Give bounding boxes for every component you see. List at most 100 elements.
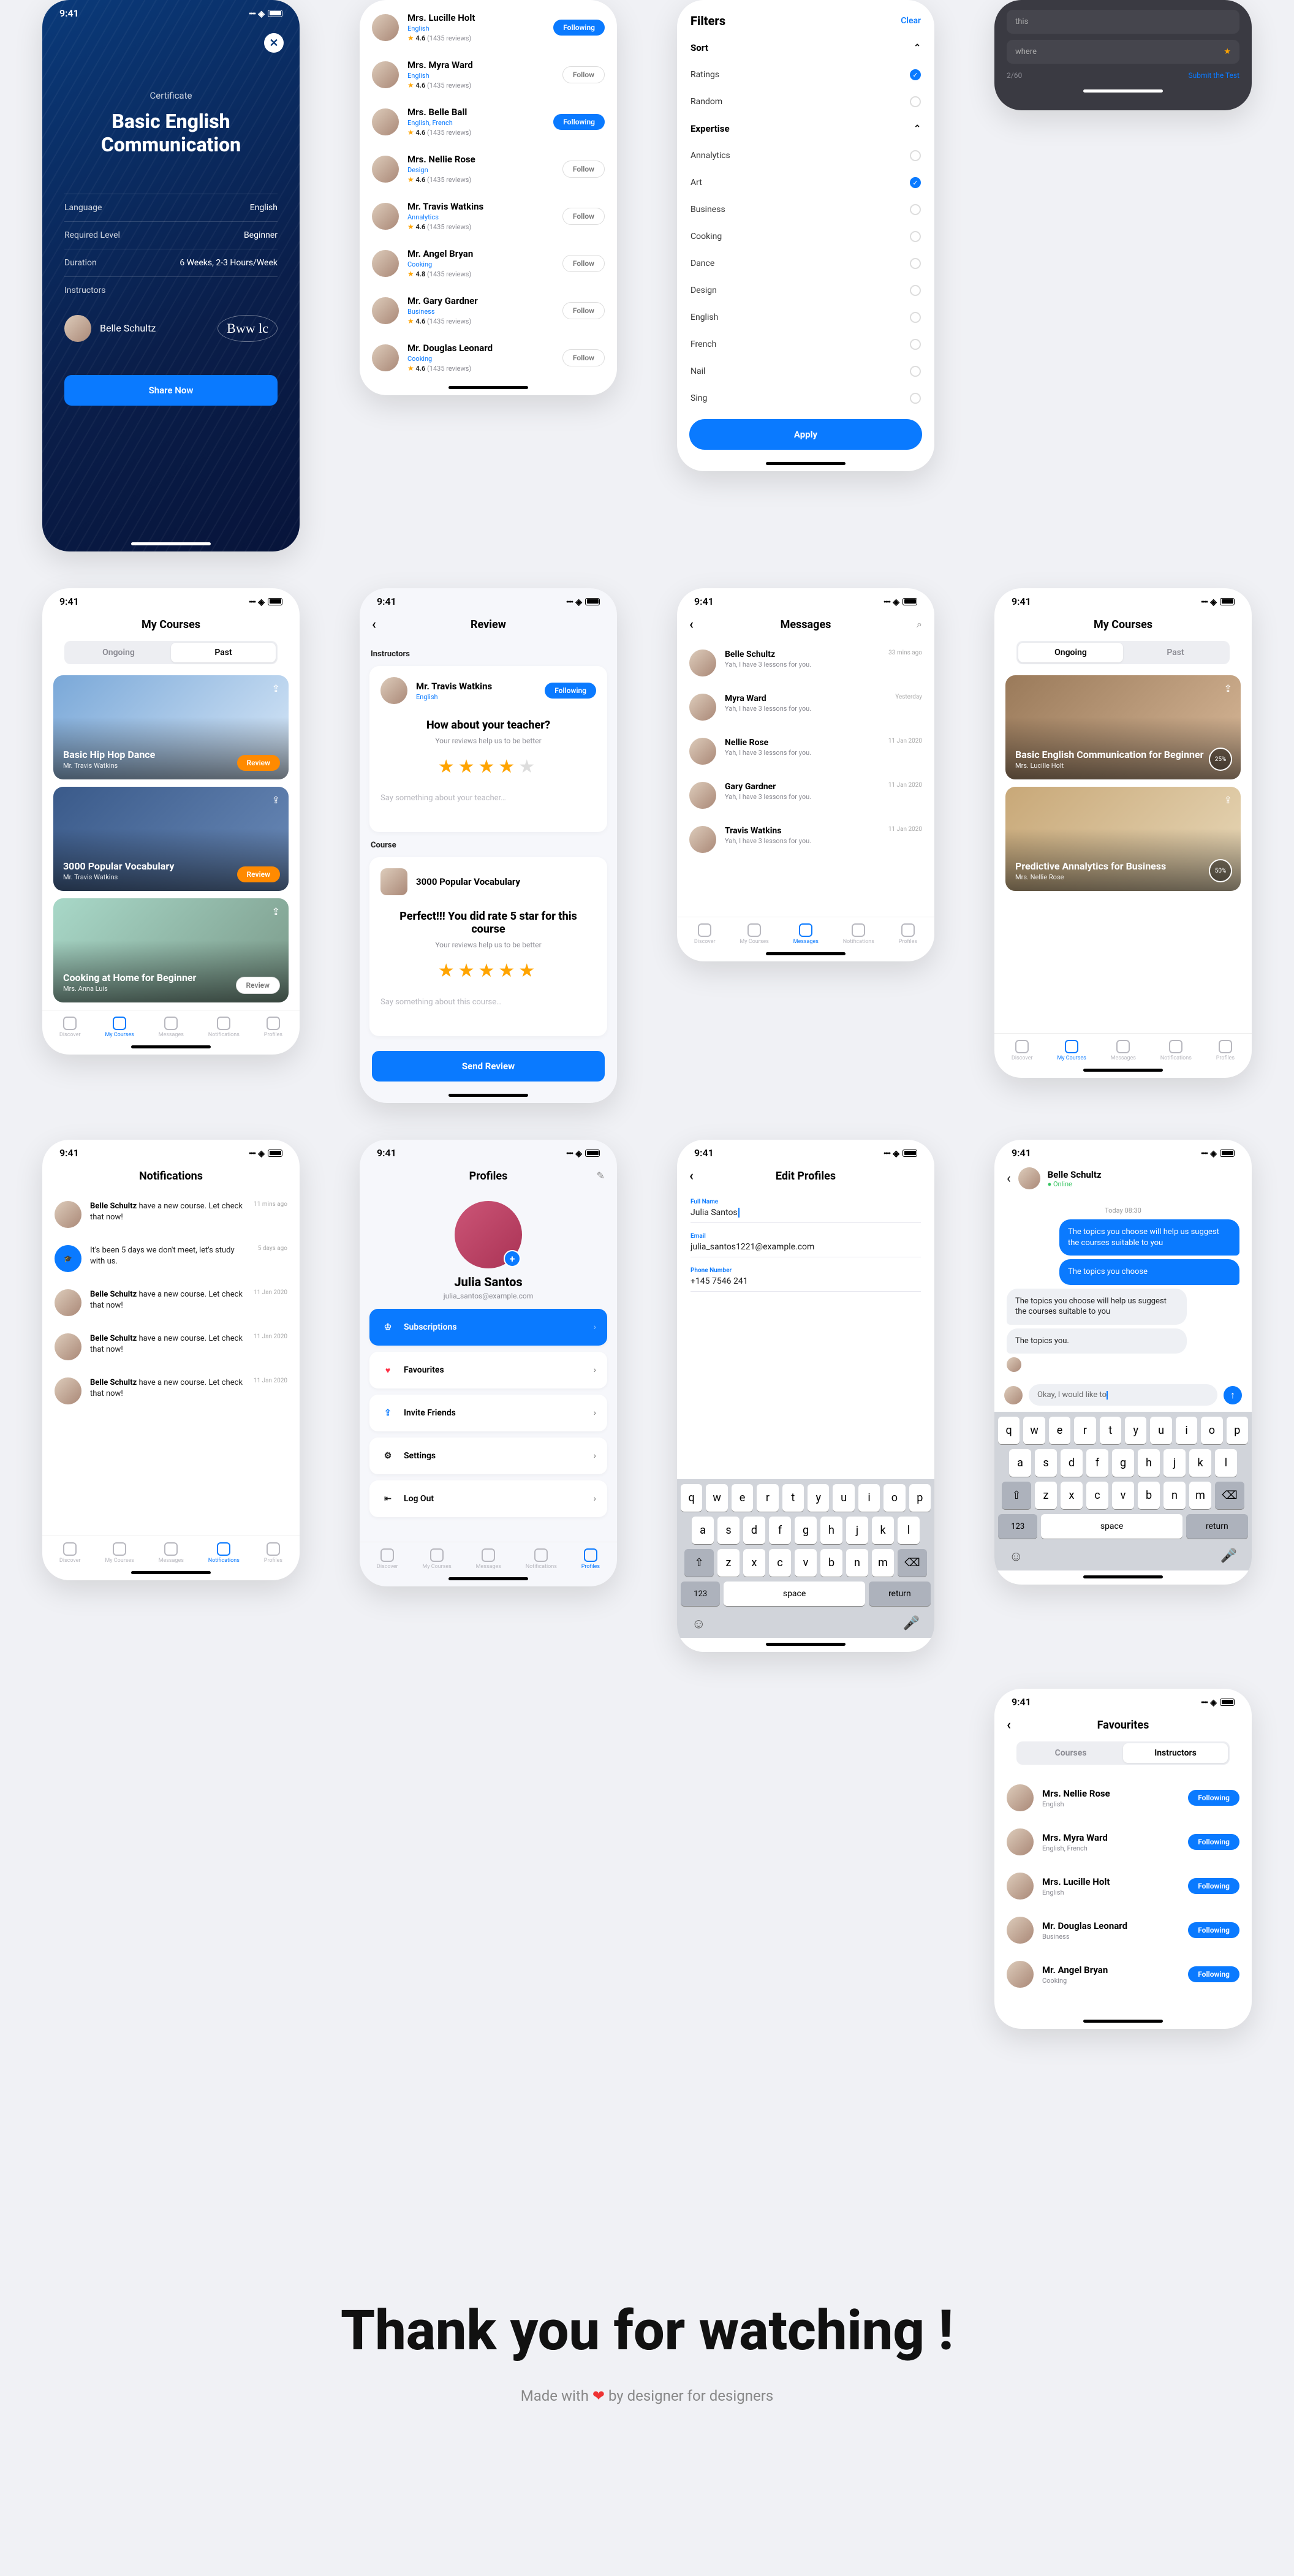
filter-option[interactable]: French — [677, 331, 934, 358]
person-row[interactable]: Mr. Angel Bryan Cooking ★ 4.8 (1435 revi… — [360, 240, 617, 287]
rating-stars[interactable]: ★★★★★ — [380, 960, 596, 982]
course-tile[interactable]: ⇪ Cooking at Home for Beginner Mrs. Anna… — [53, 898, 289, 1002]
key-z[interactable]: z — [1035, 1482, 1057, 1509]
key-k[interactable]: k — [872, 1517, 894, 1544]
person-row[interactable]: Mr. Gary Gardner Business ★ 4.6 (1435 re… — [360, 287, 617, 334]
shift-key[interactable]: ⇧ — [1002, 1482, 1031, 1509]
key-u[interactable]: u — [833, 1484, 854, 1512]
notification-row[interactable]: Belle Schultz have a new course. Let che… — [42, 1281, 300, 1325]
back-icon[interactable]: ‹ — [1007, 1718, 1011, 1733]
key-z[interactable]: z — [717, 1549, 740, 1577]
key-b[interactable]: b — [1138, 1482, 1160, 1509]
field-email[interactable]: Email julia_santos1221@example.com — [677, 1227, 934, 1261]
return-key[interactable]: return — [869, 1582, 931, 1606]
review-button[interactable]: Review — [237, 755, 280, 771]
key-o[interactable]: o — [883, 1484, 905, 1512]
tab-profiles[interactable]: Profiles — [264, 1017, 282, 1038]
key-a[interactable]: a — [1009, 1449, 1031, 1477]
key-w[interactable]: w — [706, 1484, 727, 1512]
tab-discover[interactable]: Discover — [1012, 1040, 1033, 1061]
segment-past[interactable]: Past — [1123, 643, 1228, 662]
person-row[interactable]: Mrs. Lucille Holt English ★ 4.6 (1435 re… — [360, 4, 617, 51]
tab-notifications[interactable]: Notifications — [208, 1542, 240, 1564]
key-l[interactable]: l — [1215, 1449, 1237, 1477]
share-icon[interactable]: ⇪ — [1224, 794, 1232, 806]
tab-messages[interactable]: Messages — [1111, 1040, 1136, 1061]
backspace-key[interactable]: ⌫ — [898, 1549, 927, 1577]
favourite-row[interactable]: Mr. Douglas LeonardBusiness Following — [994, 1908, 1252, 1952]
tab-messages[interactable]: Messages — [159, 1017, 184, 1038]
field-phone-number[interactable]: Phone Number +145 7546 241 — [677, 1261, 934, 1295]
edit-icon[interactable]: ✎ — [597, 1170, 605, 1181]
following-button[interactable]: Following — [545, 683, 596, 699]
filter-option[interactable]: Annalytics — [677, 142, 934, 169]
profile-avatar[interactable]: + — [455, 1201, 522, 1268]
filter-option[interactable]: English — [677, 304, 934, 331]
tab-profiles[interactable]: Profiles — [264, 1542, 282, 1564]
share-icon[interactable]: ⇪ — [1224, 683, 1232, 694]
space-key[interactable]: space — [724, 1582, 865, 1606]
person-row[interactable]: Mrs. Myra Ward English ★ 4.6 (1435 revie… — [360, 51, 617, 98]
key-k[interactable]: k — [1189, 1449, 1211, 1477]
person-row[interactable]: Mr. Travis Watkins Annalytics ★ 4.6 (143… — [360, 192, 617, 240]
key-x[interactable]: x — [1061, 1482, 1083, 1509]
back-icon[interactable]: ‹ — [1007, 1171, 1011, 1186]
favourite-row[interactable]: Mrs. Nellie RoseEnglish Following — [994, 1776, 1252, 1820]
add-photo-icon[interactable]: + — [504, 1250, 521, 1267]
following-button[interactable]: Following — [1188, 1834, 1239, 1850]
tab-mycourses[interactable]: My Courses — [1057, 1040, 1086, 1061]
tab-messages[interactable]: Messages — [159, 1542, 184, 1564]
key-n[interactable]: n — [846, 1549, 868, 1577]
following-button[interactable]: Following — [1188, 1790, 1239, 1806]
segment-instructors[interactable]: Instructors — [1123, 1743, 1228, 1763]
follow-button[interactable]: Follow — [562, 255, 605, 272]
key-o[interactable]: o — [1201, 1417, 1222, 1444]
message-row[interactable]: Gary GardnerYah, I have 3 lessons for yo… — [677, 773, 934, 817]
key-x[interactable]: x — [743, 1549, 765, 1577]
num-key[interactable]: 123 — [998, 1514, 1037, 1539]
follow-button[interactable]: Follow — [562, 208, 605, 225]
key-c[interactable]: c — [1086, 1482, 1108, 1509]
following-button[interactable]: Following — [553, 20, 605, 36]
tab-profiles[interactable]: Profiles — [581, 1548, 600, 1570]
message-row[interactable]: Belle SchultzYah, I have 3 lessons for y… — [677, 641, 934, 685]
return-key[interactable]: return — [1186, 1514, 1248, 1539]
menu-favourites[interactable]: ♥ Favourites › — [369, 1352, 607, 1388]
share-icon[interactable]: ⇪ — [272, 794, 280, 806]
back-icon[interactable]: ‹ — [689, 1169, 694, 1184]
notification-row[interactable]: Belle Schultz have a new course. Let che… — [42, 1192, 300, 1237]
tab-mycourses[interactable]: My Courses — [422, 1548, 451, 1570]
key-e[interactable]: e — [732, 1484, 753, 1512]
notification-row[interactable]: 🎓 It's been 5 days we don't meet, let's … — [42, 1237, 300, 1281]
favourite-row[interactable]: Mrs. Myra WardEnglish, French Following — [994, 1820, 1252, 1864]
notification-row[interactable]: Belle Schultz have a new course. Let che… — [42, 1369, 300, 1413]
chat-input[interactable]: Okay, I would like to — [1029, 1384, 1217, 1406]
key-b[interactable]: b — [820, 1549, 842, 1577]
person-row[interactable]: Mr. Douglas Leonard Cooking ★ 4.6 (1435 … — [360, 334, 617, 381]
key-q[interactable]: q — [681, 1484, 702, 1512]
num-key[interactable]: 123 — [681, 1582, 720, 1606]
tab-messages[interactable]: Messages — [793, 923, 819, 945]
key-m[interactable]: m — [1189, 1482, 1211, 1509]
key-f[interactable]: f — [769, 1517, 791, 1544]
tab-profiles[interactable]: Profiles — [1216, 1040, 1235, 1061]
favourite-row[interactable]: Mr. Angel BryanCooking Following — [994, 1952, 1252, 1996]
quiz-option[interactable]: this — [1007, 10, 1239, 34]
space-key[interactable]: space — [1041, 1514, 1182, 1539]
review-button[interactable]: Review — [237, 866, 280, 882]
segment-ongoing[interactable]: Ongoing — [66, 643, 171, 662]
menu-invite-friends[interactable]: ⇪ Invite Friends › — [369, 1395, 607, 1431]
follow-button[interactable]: Follow — [562, 302, 605, 319]
message-row[interactable]: Travis WatkinsYah, I have 3 lessons for … — [677, 817, 934, 862]
key-t[interactable]: t — [782, 1484, 804, 1512]
key-t[interactable]: t — [1100, 1417, 1121, 1444]
key-a[interactable]: a — [692, 1517, 714, 1544]
share-icon[interactable]: ⇪ — [272, 683, 280, 694]
key-q[interactable]: q — [998, 1417, 1020, 1444]
key-p[interactable]: p — [909, 1484, 931, 1512]
key-l[interactable]: l — [898, 1517, 920, 1544]
emoji-icon[interactable]: ☺ — [1009, 1548, 1023, 1564]
emoji-icon[interactable]: ☺ — [692, 1616, 705, 1632]
follow-button[interactable]: Follow — [562, 66, 605, 83]
course-tile[interactable]: ⇪ Basic English Communication for Beginn… — [1005, 675, 1241, 779]
